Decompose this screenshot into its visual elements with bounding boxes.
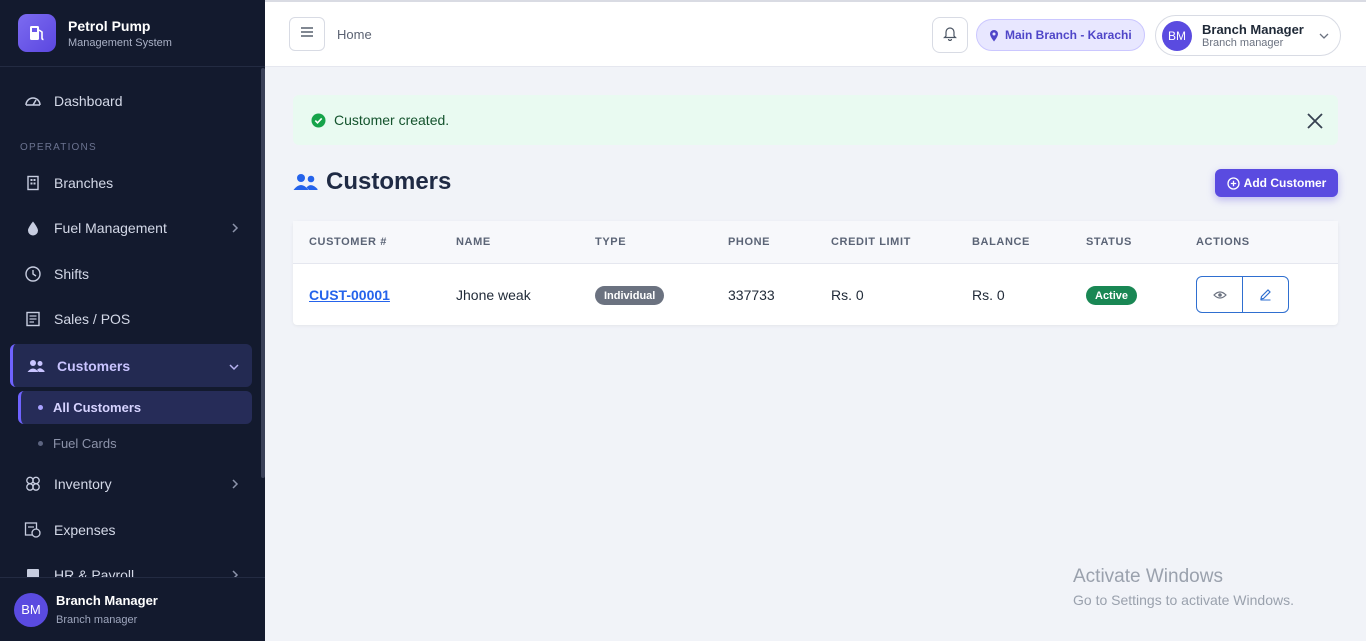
column-header: CREDIT LIMIT [831,236,911,248]
sidebar-item-label: Branches [54,175,114,191]
status-badge: Active [1086,286,1138,305]
pencil-icon [1259,288,1272,301]
sidebar-user-role: Branch manager [56,614,138,626]
chevron-right-icon [230,477,240,493]
sidebar-user[interactable]: BM Branch Manager Branch manager [0,577,265,641]
sidebar-item-expenses[interactable]: Expenses [10,510,252,550]
avatar: BM [1162,20,1192,51]
sidebar-item-label: Fuel Management [54,220,167,236]
sidebar-item-inventory[interactable]: Inventory [10,464,252,504]
customer-phone: 337733 [728,287,775,303]
credit-limit: Rs. 0 [831,287,864,303]
chevron-down-icon [1318,31,1330,41]
close-icon[interactable] [1306,112,1324,130]
sidebar-item-label: Customers [57,357,131,374]
balance: Rs. 0 [972,287,1005,303]
column-header: PHONE [728,236,771,248]
sidebar-subitem-fuel-cards[interactable]: Fuel Cards [18,427,252,460]
sidebar-item-branches[interactable]: Branches [10,163,252,203]
users-icon [27,357,45,375]
expense-icon [24,521,42,539]
brand-title: Petrol Pump [68,17,151,34]
breadcrumb[interactable]: Home [337,27,372,42]
clock-icon [24,265,42,283]
add-customer-label: Add Customer [1243,176,1327,190]
sidebar-scrollbar[interactable] [261,68,265,478]
column-header: BALANCE [972,236,1030,248]
page-title: Customers [293,168,451,196]
sidebar-item-label: Shifts [54,266,90,282]
sidebar-item-shifts[interactable]: Shifts [10,254,252,294]
sidebar-item-label: Inventory [54,476,112,492]
notifications-button[interactable] [932,17,968,53]
customers-table: CUSTOMER # NAME TYPE PHONE CREDIT LIMIT … [293,221,1338,325]
view-button[interactable] [1197,277,1242,312]
boxes-icon [24,475,42,493]
check-circle-icon [311,113,326,128]
add-customer-button[interactable]: Add Customer [1215,169,1338,197]
column-header: ACTIONS [1196,236,1250,248]
branch-name: Main Branch - Karachi [1005,28,1132,42]
chevron-right-icon [230,221,240,237]
top-header: Home Main Branch - Karachi BM Branch Man… [265,0,1366,67]
brand-subtitle: Management System [68,36,172,49]
sidebar-subitem-label: Fuel Cards [53,436,117,451]
alert-message: Customer created. [334,112,450,128]
edit-button[interactable] [1242,277,1288,312]
page-title-text: Customers [326,168,452,195]
sidebar-item-dashboard[interactable]: Dashboard [10,81,252,121]
user-menu[interactable]: BM Branch Manager Branch manager [1155,15,1341,56]
sidebar: Petrol Pump Management System Dashboard … [0,0,265,641]
customer-id-link[interactable]: CUST-00001 [309,287,390,303]
sidebar-user-name: Branch Manager [56,593,158,608]
column-header: CUSTOMER # [309,236,387,248]
avatar: BM [14,592,48,627]
sidebar-item-label: Expenses [54,522,116,538]
sidebar-subitem-label: All Customers [53,400,142,415]
plus-circle-icon [1227,176,1240,190]
user-role: Branch manager [1202,37,1284,49]
building-icon [24,174,42,192]
eye-icon [1212,290,1227,300]
table-header: CUSTOMER # NAME TYPE PHONE CREDIT LIMIT … [293,221,1338,264]
bullet-icon [38,441,43,446]
column-header: TYPE [595,236,627,248]
user-name: Branch Manager [1202,22,1304,37]
nav-section-label: OPERATIONS [20,142,97,153]
column-header: NAME [456,236,491,248]
sidebar-item-sales-pos[interactable]: Sales / POS [10,299,252,339]
bell-icon [943,25,957,46]
chevron-down-icon [228,359,240,375]
dashboard-gauge-icon [24,92,42,110]
sidebar-item-label: Sales / POS [54,311,131,327]
type-badge: Individual [595,286,665,305]
brand[interactable]: Petrol Pump Management System [0,0,265,67]
users-icon [293,172,318,192]
receipt-icon [24,310,42,328]
sidebar-item-customers[interactable]: Customers [10,344,252,387]
column-header: STATUS [1086,236,1132,248]
sidebar-item-fuel-management[interactable]: Fuel Management [10,208,252,248]
row-actions [1196,276,1289,313]
customer-name: Jhone weak [456,287,531,303]
sidebar-subitem-all-customers[interactable]: All Customers [18,391,252,424]
fuel-pump-icon [18,14,56,52]
hamburger-icon [300,25,314,43]
watermark-subtitle: Go to Settings to activate Windows. [1073,592,1294,608]
activate-windows-watermark: Activate Windows Go to Settings to activ… [1073,566,1294,608]
watermark-title: Activate Windows [1073,566,1223,587]
success-alert: Customer created. [293,95,1338,145]
branch-selector[interactable]: Main Branch - Karachi [976,19,1145,51]
sidebar-item-label: Dashboard [54,93,123,109]
map-pin-icon [989,29,999,42]
menu-toggle-button[interactable] [289,17,325,51]
bullet-icon [38,405,43,410]
droplet-icon [24,219,42,237]
